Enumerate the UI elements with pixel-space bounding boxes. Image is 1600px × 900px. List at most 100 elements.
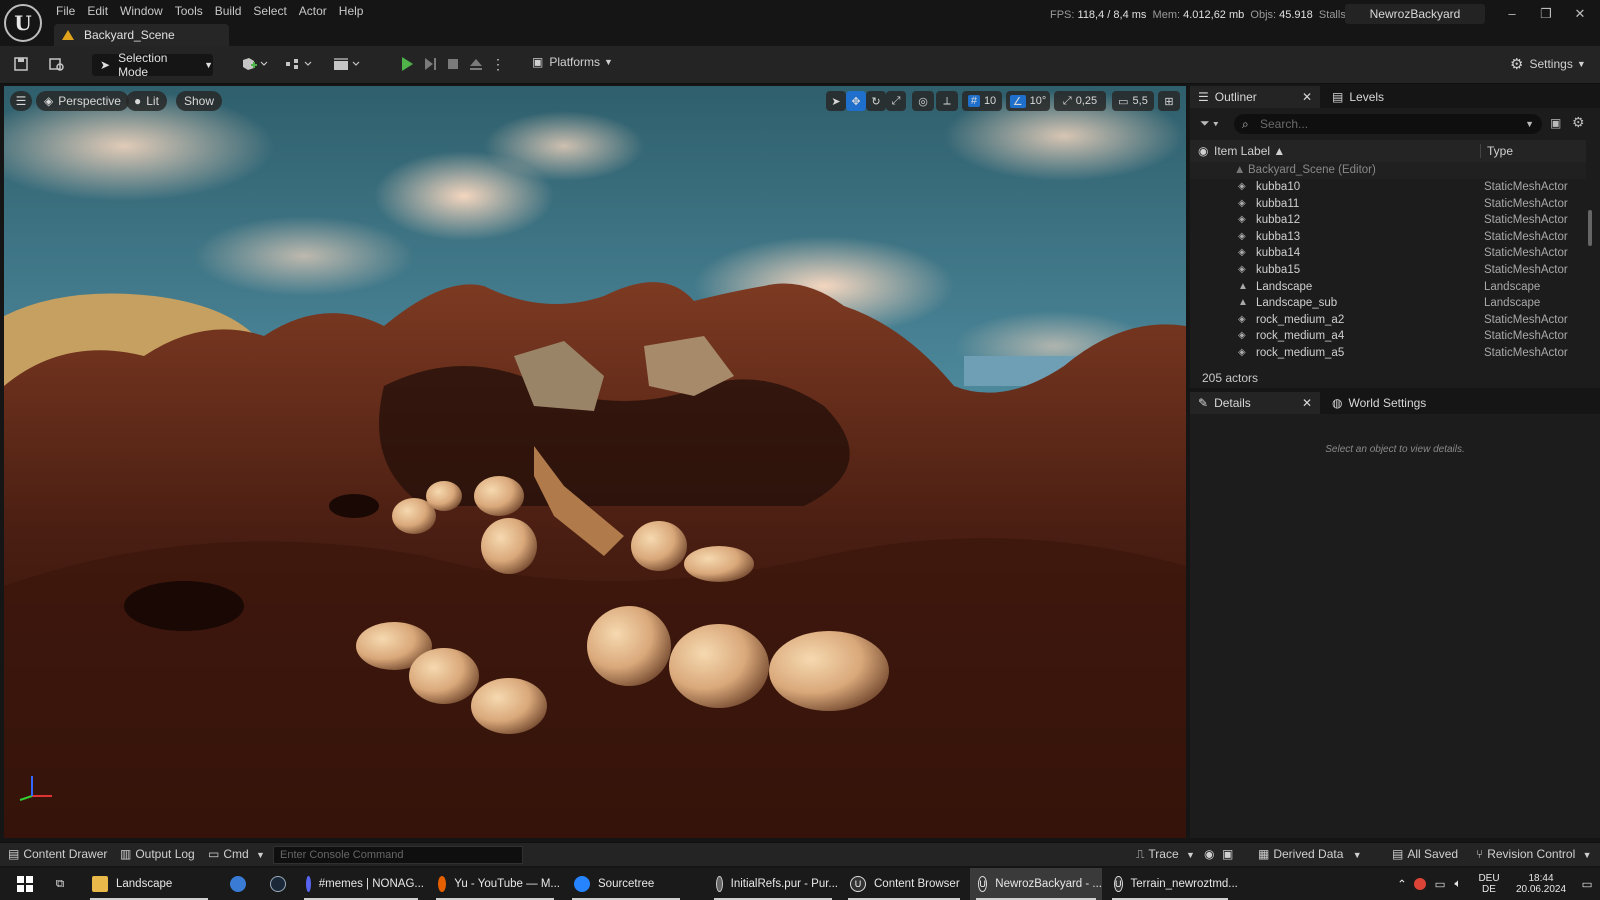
perspective-button[interactable]: ◈ Perspective xyxy=(36,91,129,111)
more-options-icon[interactable]: ⋮ xyxy=(489,56,507,72)
eject-icon[interactable] xyxy=(467,56,485,72)
outliner-row[interactable]: ◈ kubba11 StaticMeshActor xyxy=(1190,196,1586,213)
blueprint-icon[interactable] xyxy=(284,56,314,72)
camera-speed-button[interactable]: ▭ 5,5 xyxy=(1112,91,1154,111)
menu-edit[interactable]: Edit xyxy=(87,4,108,18)
tray-chevron-icon[interactable]: ⌃ xyxy=(1394,868,1410,900)
taskbar-item-initialrefs[interactable]: InitialRefs.pur - Pur... xyxy=(708,868,838,900)
menu-file[interactable]: File xyxy=(56,4,75,18)
outliner-row[interactable]: ◈ kubba10 StaticMeshActor xyxy=(1190,179,1586,196)
derived-data-dropdown[interactable]: ▦ Derived Data ▼ xyxy=(1258,847,1362,861)
menu-select[interactable]: Select xyxy=(253,4,286,18)
screenshot-icon[interactable]: ▣ xyxy=(1222,847,1233,861)
grid-snap-toggle[interactable]: # 10 xyxy=(962,91,1002,111)
cinematics-icon[interactable] xyxy=(332,56,362,72)
outliner-row[interactable]: ◈ rock_medium_a4 StaticMeshActor xyxy=(1190,328,1586,345)
advance-frame-icon[interactable] xyxy=(421,56,439,72)
surface-snap-icon[interactable]: ⟂ xyxy=(936,91,958,111)
outliner-scrollbar[interactable] xyxy=(1588,210,1592,246)
document-tab[interactable]: Backyard_Scene xyxy=(54,24,229,46)
outliner-row[interactable]: ▲ Landscape_sub Landscape xyxy=(1190,295,1586,312)
taskbar-item-newrozbackyard[interactable]: U NewrozBackyard - ... xyxy=(970,868,1102,900)
add-actor-icon[interactable] xyxy=(240,56,270,72)
rotation-snap-toggle[interactable]: ∠ 10° xyxy=(1006,91,1050,111)
windows-start-icon[interactable] xyxy=(10,868,40,900)
outliner-row[interactable]: ◈ kubba15 StaticMeshActor xyxy=(1190,262,1586,279)
tab-world-settings[interactable]: ◍ World Settings xyxy=(1324,392,1454,414)
outliner-row[interactable]: ◈ kubba12 StaticMeshActor xyxy=(1190,212,1586,229)
content-browser-icon[interactable] xyxy=(48,56,66,72)
taskbar-item-content-browser[interactable]: U Content Browser xyxy=(842,868,966,900)
menu-window[interactable]: Window xyxy=(120,4,163,18)
trace-dropdown[interactable]: ⎍ Trace ▼ xyxy=(1136,847,1195,862)
scale-tool-icon[interactable]: ⤢ xyxy=(886,91,906,111)
play-icon[interactable] xyxy=(398,56,416,72)
item-label-header[interactable]: Item Label ▲ xyxy=(1214,144,1285,158)
select-tool-icon[interactable]: ➤ xyxy=(826,91,846,111)
taskbar-item-firefox[interactable]: Yu - YouTube — M... xyxy=(430,868,560,900)
close-icon[interactable]: ✕ xyxy=(1302,396,1312,410)
outliner-row-type: StaticMeshActor xyxy=(1484,197,1568,210)
outliner-row[interactable]: ◈ rock_medium_a5 StaticMeshActor xyxy=(1190,345,1586,362)
outliner-settings-icon[interactable]: ⚙ xyxy=(1572,114,1585,131)
maximize-viewport-icon[interactable]: ⊞ xyxy=(1158,91,1180,111)
console-input[interactable]: Enter Console Command xyxy=(273,846,523,864)
language-indicator[interactable]: DEU DE xyxy=(1474,868,1504,900)
save-icon[interactable] xyxy=(12,56,30,72)
close-icon[interactable]: ✕ xyxy=(1302,90,1312,104)
close-window-button[interactable]: ✕ xyxy=(1568,6,1592,24)
menu-build[interactable]: Build xyxy=(215,4,242,18)
browser-app-icon[interactable] xyxy=(226,868,250,900)
outliner-search-input[interactable]: ⌕ Search... ▼ xyxy=(1234,114,1542,134)
output-log-button[interactable]: ▥ Output Log xyxy=(120,847,195,861)
unreal-logo-icon[interactable]: U xyxy=(4,4,42,42)
level-viewport[interactable]: ☰ ◈ Perspective ● Lit Show ➤ ✥ ↻ ⤢ ◎ ⟂ #… xyxy=(4,86,1186,838)
type-header[interactable]: Type xyxy=(1480,144,1513,158)
record-icon[interactable]: ◉ xyxy=(1204,847,1214,861)
show-button[interactable]: Show xyxy=(176,91,223,111)
tab-outliner[interactable]: ☰ Outliner ✕ xyxy=(1190,86,1320,108)
menu-actor[interactable]: Actor xyxy=(299,4,327,18)
taskbar-item-landscape[interactable]: Landscape xyxy=(84,868,214,900)
menu-tools[interactable]: Tools xyxy=(175,4,203,18)
world-space-icon[interactable]: ◎ xyxy=(912,91,934,111)
network-icon[interactable]: ▭ xyxy=(1432,868,1448,900)
viewport-menu-icon[interactable]: ☰ xyxy=(10,91,32,111)
outliner-row[interactable]: ◈ kubba14 StaticMeshActor xyxy=(1190,245,1586,262)
outliner-row-label: kubba15 xyxy=(1256,264,1301,276)
menu-help[interactable]: Help xyxy=(339,4,364,18)
filter-icon[interactable]: ⏷ ▾ xyxy=(1200,116,1219,131)
chrome-tray-icon[interactable] xyxy=(1412,868,1428,900)
all-saved-button[interactable]: ▤ All Saved xyxy=(1392,847,1458,861)
tab-levels[interactable]: ▤ Levels xyxy=(1324,86,1424,108)
outliner-row[interactable]: ◈ kubba13 StaticMeshActor xyxy=(1190,229,1586,246)
taskbar-item-sourcetree[interactable]: Sourcetree xyxy=(566,868,686,900)
lit-button[interactable]: ● Lit xyxy=(126,91,167,111)
revision-control-dropdown[interactable]: ⑂ Revision Control ▼ xyxy=(1476,847,1592,861)
translate-tool-icon[interactable]: ✥ xyxy=(846,91,866,111)
tab-details[interactable]: ✎ Details ✕ xyxy=(1190,392,1320,414)
content-drawer-button[interactable]: ▤ Content Drawer xyxy=(8,847,107,861)
rotate-tool-icon[interactable]: ↻ xyxy=(866,91,886,111)
steam-icon[interactable] xyxy=(266,868,290,900)
notifications-icon[interactable]: ▭ xyxy=(1578,868,1596,900)
cmd-dropdown[interactable]: ▭ Cmd ▼ xyxy=(208,847,265,861)
taskbar-item-discord[interactable]: #memes | NONAG... xyxy=(298,868,424,900)
eye-icon[interactable]: ◉ xyxy=(1198,144,1208,158)
add-folder-icon[interactable]: ▣ xyxy=(1550,116,1561,130)
taskbar-item-terrain[interactable]: U Terrain_newroztmd... xyxy=(1106,868,1238,900)
mesh-icon: ◈ xyxy=(1238,347,1246,358)
volume-icon[interactable]: 🔈︎ xyxy=(1450,868,1466,900)
scale-snap-toggle[interactable]: ⤢ 0,25 xyxy=(1054,91,1106,111)
outliner-root-row[interactable]: ▲ Backyard_Scene (Editor) xyxy=(1190,162,1586,179)
settings-dropdown[interactable]: ⚙ Settings ▼ xyxy=(1510,55,1586,73)
minimize-button[interactable]: – xyxy=(1500,6,1524,24)
stop-icon[interactable] xyxy=(444,56,462,72)
clock[interactable]: 18:44 20.06.2024 xyxy=(1510,868,1572,900)
selection-mode-dropdown[interactable]: ➤ Selection Mode ▼ xyxy=(92,51,213,79)
task-view-icon[interactable]: ⧉ xyxy=(48,868,72,900)
restore-button[interactable]: ❐ xyxy=(1534,6,1558,24)
outliner-row[interactable]: ◈ rock_medium_a2 StaticMeshActor xyxy=(1190,312,1586,329)
outliner-row[interactable]: ▲ Landscape Landscape xyxy=(1190,279,1586,296)
platforms-dropdown[interactable]: ▣ Platforms ▼ xyxy=(532,55,613,69)
